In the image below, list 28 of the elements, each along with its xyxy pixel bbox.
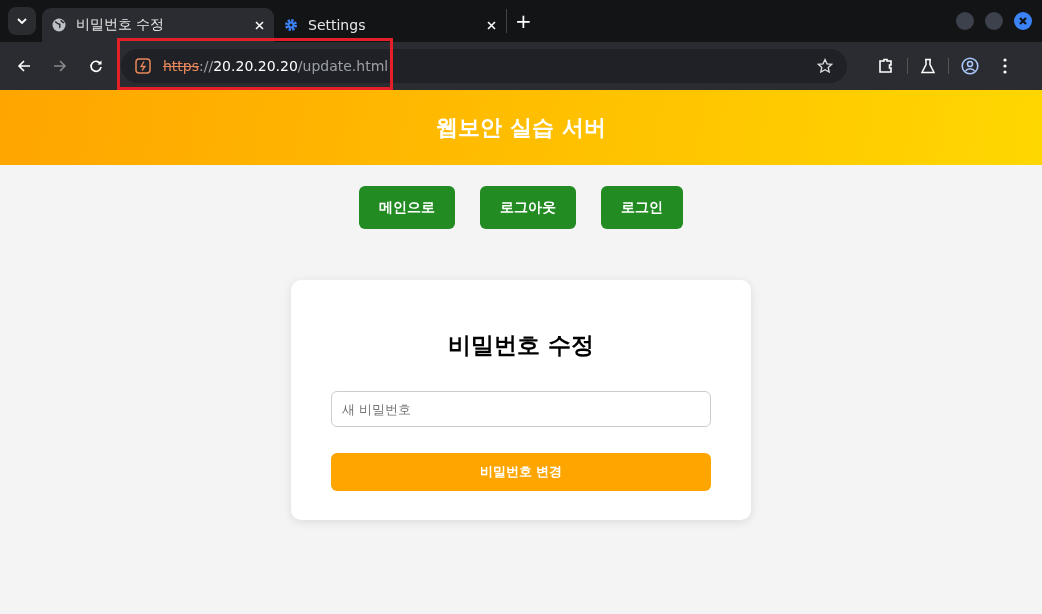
- menu-icon[interactable]: [1003, 58, 1007, 74]
- warning-icon: [135, 58, 151, 74]
- tab-title: 비밀번호 수정: [76, 16, 166, 34]
- tab-list-button[interactable]: [8, 7, 36, 35]
- site-title: 웹보안 실습 서버: [436, 113, 606, 142]
- gear-icon: [284, 18, 298, 32]
- browser-tab[interactable]: Settings: [274, 8, 506, 42]
- puzzle-icon[interactable]: [877, 57, 895, 75]
- nav-button[interactable]: 로그아웃: [480, 186, 576, 229]
- forward-icon[interactable]: [53, 59, 67, 73]
- profile-icon[interactable]: [961, 57, 979, 75]
- nav-button[interactable]: 로그인: [601, 186, 683, 229]
- address-bar[interactable]: https://20.20.20.20/update.html: [121, 49, 847, 83]
- tab-title: Settings: [308, 17, 367, 33]
- chevron-icon: [17, 18, 27, 24]
- close-icon[interactable]: [255, 20, 264, 30]
- password-field[interactable]: 새 비밀번호: [331, 391, 711, 427]
- star-icon[interactable]: [817, 58, 833, 74]
- card-heading: 비밀번호 수정: [448, 331, 594, 360]
- globe-icon: [52, 18, 66, 32]
- flask-icon[interactable]: [920, 58, 936, 74]
- reload-icon[interactable]: [89, 59, 103, 73]
- new-tab-button[interactable]: +: [506, 9, 540, 33]
- browser-tab[interactable]: 비밀번호 수정: [42, 8, 274, 42]
- nav-button[interactable]: 메인으로: [359, 186, 455, 229]
- url-text: https://20.20.20.20/update.html: [163, 58, 389, 74]
- close-icon[interactable]: [487, 20, 496, 30]
- back-icon[interactable]: [17, 59, 31, 73]
